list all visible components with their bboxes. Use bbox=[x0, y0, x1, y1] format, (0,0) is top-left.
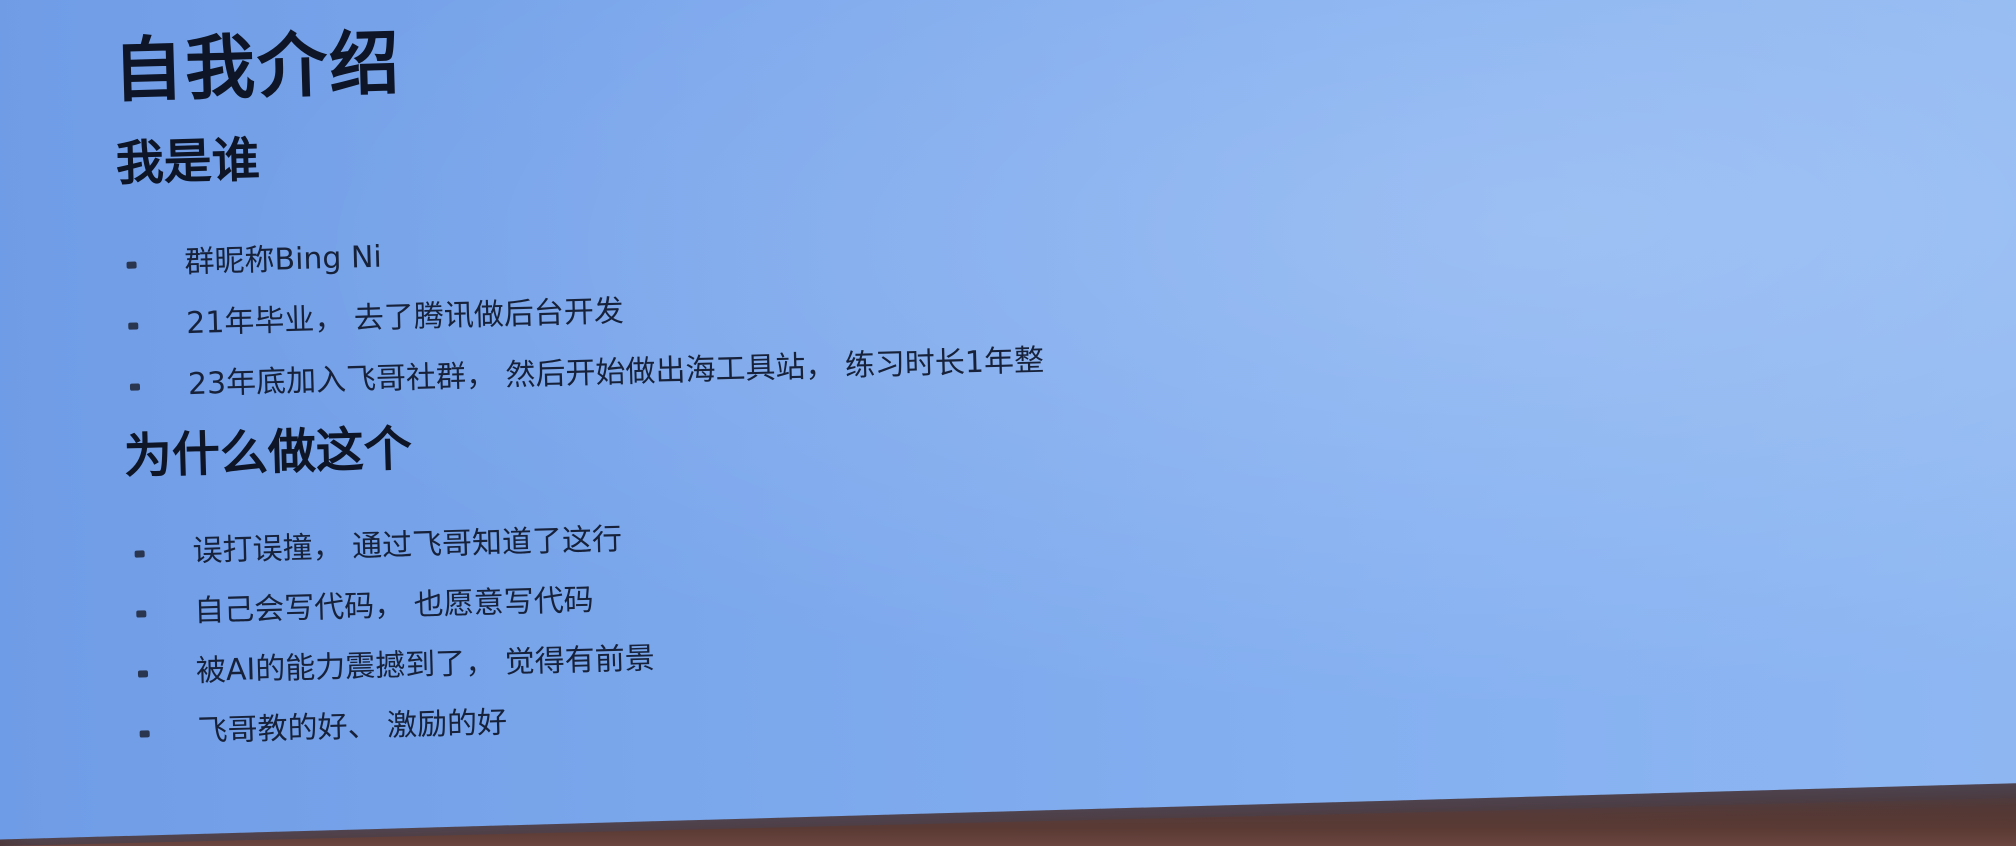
list-item: 误打误撞， 通过飞哥知道了这行 bbox=[126, 513, 1049, 569]
list-item: 23年底加入飞哥社群， 然后开始做出海工具站， 练习时长1年整 bbox=[122, 343, 1045, 403]
bullet-icon bbox=[139, 730, 150, 738]
list-item: 飞哥教的好、 激励的好 bbox=[131, 693, 1054, 749]
presentation-slide: 自我介绍 我是谁 群昵称Bing Ni 21年毕业， 去了腾讯做后台开发 23年… bbox=[0, 0, 2016, 840]
list-item: 群昵称Bing Ni bbox=[118, 224, 1041, 280]
bullet-icon bbox=[128, 322, 139, 330]
section-heading-why: 为什么做这个 bbox=[123, 420, 413, 485]
list-item-text: 21年毕业， 去了腾讯做后台开发 bbox=[185, 293, 625, 342]
list-item: 21年毕业， 去了腾讯做后台开发 bbox=[120, 285, 1043, 341]
list-item-text: 群昵称Bing Ni bbox=[184, 239, 383, 281]
slide-title: 自我介绍 bbox=[112, 22, 403, 113]
list-item: 被AI的能力震撼到了， 觉得有前景 bbox=[130, 633, 1053, 689]
list-item-text: 自己会写代码， 也愿意写代码 bbox=[193, 582, 595, 629]
bullet-icon bbox=[126, 261, 137, 269]
bullet-icon bbox=[136, 610, 147, 618]
list-item-text: 23年底加入飞哥社群， 然后开始做出海工具站， 练习时长1年整 bbox=[187, 343, 1045, 403]
bullet-icon bbox=[137, 670, 149, 678]
list-item: 自己会写代码， 也愿意写代码 bbox=[128, 573, 1051, 629]
bullet-icon bbox=[134, 550, 145, 558]
list-item-text: 飞哥教的好、 激励的好 bbox=[197, 705, 508, 749]
slide-content: 自我介绍 我是谁 群昵称Bing Ni 21年毕业， 去了腾讯做后台开发 23年… bbox=[112, 10, 1055, 778]
list-item-text: 误打误撞， 通过飞哥知道了这行 bbox=[192, 522, 623, 570]
bullet-list-why: 误打误撞， 通过飞哥知道了这行 自己会写代码， 也愿意写代码 被AI的能力震撼到… bbox=[126, 513, 1054, 749]
list-item-text: 被AI的能力震撼到了， 觉得有前景 bbox=[195, 641, 656, 689]
bullet-list-who-am-i: 群昵称Bing Ni 21年毕业， 去了腾讯做后台开发 23年底加入飞哥社群， … bbox=[118, 224, 1044, 402]
section-heading-who-am-i: 我是谁 bbox=[114, 131, 261, 192]
photo-of-projected-slide: 自我介绍 我是谁 群昵称Bing Ni 21年毕业， 去了腾讯做后台开发 23年… bbox=[0, 0, 2016, 846]
bullet-icon bbox=[129, 383, 141, 391]
